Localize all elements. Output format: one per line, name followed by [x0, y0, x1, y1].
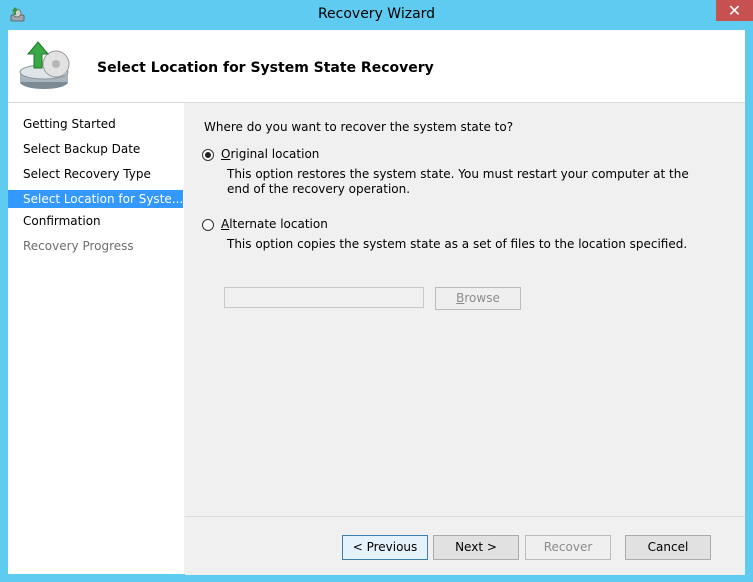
nav-item-confirmation[interactable]: Confirmation [8, 212, 183, 230]
window-title: Recovery Wizard [317, 6, 436, 22]
wizard-client-area: Select Location for System State Recover… [8, 30, 745, 575]
original-location-radio[interactable] [202, 149, 214, 161]
original-location-label[interactable]: Original location [221, 147, 319, 161]
page-title: Select Location for System State Recover… [97, 60, 434, 76]
alternate-location-label[interactable]: Alternate location [221, 217, 328, 231]
recovery-wizard-window: Recovery Wizard ✕ Select Location for Sy… [0, 0, 753, 582]
wizard-header: Select Location for System State Recover… [8, 30, 745, 103]
title-bar[interactable]: Recovery Wizard ✕ [0, 0, 753, 30]
wizard-content: Where do you want to recover the system … [185, 103, 745, 516]
alternate-location-description: This option copies the system state as a… [227, 237, 688, 251]
close-icon: ✕ [727, 1, 742, 20]
next-button[interactable]: Next > [433, 535, 519, 560]
nav-item-select-recovery-type[interactable]: Select Recovery Type [8, 165, 183, 183]
wizard-footer: < Previous Next > Recover Cancel [185, 516, 745, 575]
nav-item-select-backup-date[interactable]: Select Backup Date [8, 140, 183, 158]
wizard-nav: Getting Started Select Backup Date Selec… [8, 103, 184, 574]
original-location-description: This option restores the system state. Y… [227, 167, 689, 196]
previous-button[interactable]: < Previous [342, 535, 428, 560]
backup-restore-icon [19, 41, 70, 89]
recover-button[interactable]: Recover [525, 535, 611, 560]
alternate-path-input[interactable] [224, 287, 424, 308]
location-question: Where do you want to recover the system … [204, 120, 514, 134]
nav-item-recovery-progress: Recovery Progress [23, 239, 134, 253]
alternate-location-radio[interactable] [202, 219, 214, 231]
cancel-button[interactable]: Cancel [625, 535, 711, 560]
browse-button[interactable]: Browse [435, 287, 521, 310]
nav-item-getting-started[interactable]: Getting Started [8, 115, 183, 133]
nav-item-select-location[interactable]: Select Location for Syste... [8, 190, 183, 208]
close-button[interactable]: ✕ [716, 0, 753, 21]
